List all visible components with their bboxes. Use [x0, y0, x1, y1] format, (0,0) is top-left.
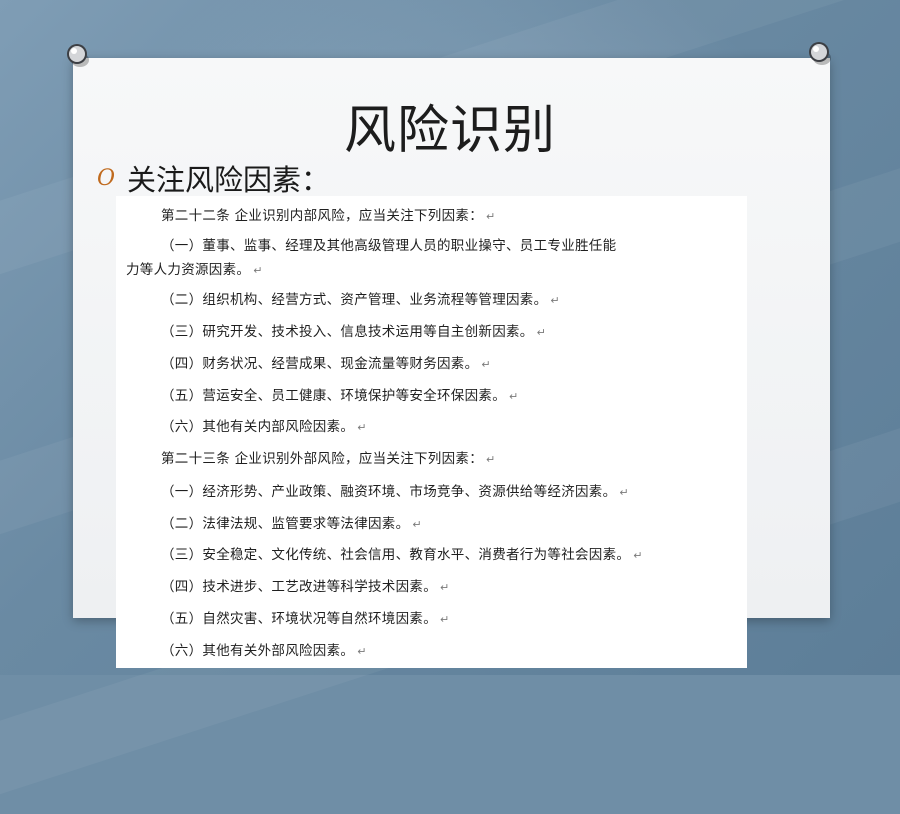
- document-line: （二）法律法规、监管要求等法律因素。 ↵: [161, 516, 422, 532]
- document-line: 力等人力资源因素。 ↵: [126, 262, 263, 278]
- slide-title: 风险识别: [343, 101, 556, 161]
- pin-icon: [67, 44, 89, 67]
- pin-icon: [809, 42, 831, 65]
- document-line: 第二十三条 企业识别外部风险，应当关注下列因素： ↵: [161, 451, 496, 467]
- document-line: （二）组织机构、经营方式、资产管理、业务流程等管理因素。 ↵: [161, 292, 560, 308]
- document-line: （六）其他有关内部风险因素。 ↵: [161, 419, 367, 435]
- regulation-document-image: 第二十二条 企业识别内部风险，应当关注下列因素： ↵ （一）董事、监事、经理及其他…: [116, 196, 747, 668]
- document-line: （三）研究开发、技术投入、信息技术运用等自主创新因素。 ↵: [161, 324, 547, 340]
- document-line: （一）经济形势、产业政策、融资环境、市场竞争、资源供给等经济因素。 ↵: [161, 484, 629, 500]
- bullet-marker: O: [97, 165, 116, 191]
- document-line: （六）其他有关外部风险因素。 ↵: [161, 643, 367, 659]
- document-line: （五）营运安全、员工健康、环境保护等安全环保因素。 ↵: [161, 388, 519, 404]
- document-line: （一）董事、监事、经理及其他高级管理人员的职业操守、员工专业胜任能: [161, 238, 617, 254]
- bullet-text: 关注风险因素：: [127, 163, 331, 197]
- document-line: （四）技术进步、工艺改进等科学技术因素。 ↵: [161, 579, 450, 595]
- document-line: （五）自然灾害、环境状况等自然环境因素。 ↵: [161, 611, 450, 627]
- document-line: 第二十二条 企业识别内部风险，应当关注下列因素： ↵: [161, 208, 496, 224]
- bullet-item: O 关注风险因素：: [97, 158, 330, 198]
- document-line: （三）安全稳定、文化传统、社会信用、教育水平、消费者行为等社会因素。 ↵: [161, 547, 643, 563]
- document-line: （四）财务状况、经营成果、现金流量等财务因素。 ↵: [161, 356, 491, 372]
